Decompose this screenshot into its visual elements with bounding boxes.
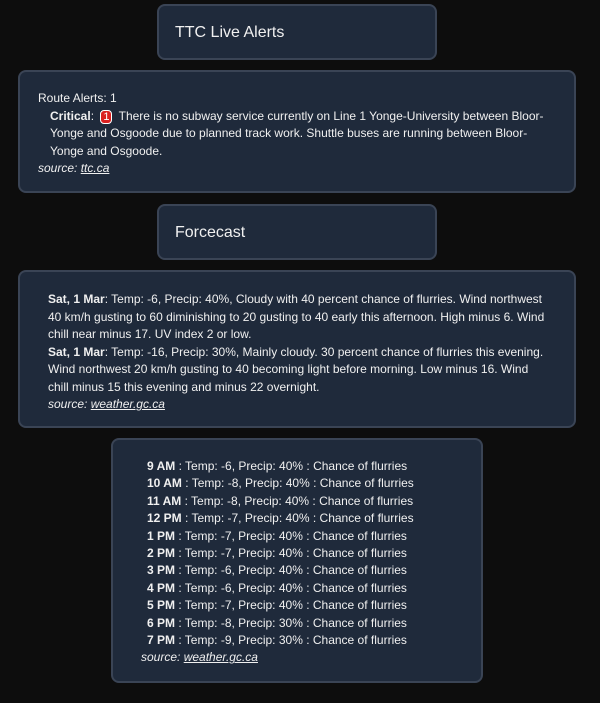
alert-severity: Critical: [50, 108, 91, 123]
weather-link[interactable]: weather.gc.ca: [184, 650, 258, 664]
forecast-title-panel: Forcecast: [157, 204, 437, 260]
hourly-row: 1 PM : Temp: -7, Precip: 40% : Chance of…: [147, 528, 407, 543]
hourly-row: 6 PM : Temp: -8, Precip: 30% : Chance of…: [147, 615, 407, 630]
alerts-title-panel: TTC Live Alerts: [157, 4, 437, 60]
hourly-row: 5 PM : Temp: -7, Precip: 40% : Chance of…: [147, 598, 407, 613]
hourly-row: 9 AM : Temp: -6, Precip: 40% : Chance of…: [147, 459, 408, 473]
alerts-panel: Route Alerts: 1 Critical: 1 There is no …: [18, 70, 576, 193]
forecast-item: Sat, 1 Mar: Temp: -6, Precip: 40%, Cloud…: [48, 292, 545, 341]
forecast-title: Forcecast: [175, 224, 246, 241]
route-alerts-count: Route Alerts: 1: [38, 91, 117, 105]
forecast-panel: Sat, 1 Mar: Temp: -6, Precip: 40%, Cloud…: [18, 270, 576, 428]
alert-text: There is no subway service currently on …: [50, 108, 544, 158]
hourly-row: 11 AM : Temp: -8, Precip: 40% : Chance o…: [147, 493, 414, 508]
hourly-panel: 9 AM : Temp: -6, Precip: 40% : Chance of…: [111, 438, 483, 683]
hourly-row: 3 PM : Temp: -6, Precip: 40% : Chance of…: [147, 563, 407, 578]
alerts-source: source: ttc.ca: [38, 161, 110, 175]
hourly-row: 7 PM : Temp: -9, Precip: 30% : Chance of…: [147, 633, 407, 648]
alerts-title: TTC Live Alerts: [175, 24, 285, 41]
forecast-source: source: weather.gc.ca: [48, 397, 165, 411]
hourly-row: 12 PM : Temp: -7, Precip: 40% : Chance o…: [147, 511, 414, 526]
hourly-row: 10 AM : Temp: -8, Precip: 40% : Chance o…: [147, 476, 414, 491]
alert-badge-icon: 1: [100, 109, 113, 124]
hourly-row: 4 PM : Temp: -6, Precip: 40% : Chance of…: [147, 580, 407, 595]
forecast-item: Sat, 1 Mar: Temp: -16, Precip: 30%, Main…: [48, 344, 544, 394]
ttc-link[interactable]: ttc.ca: [81, 161, 110, 175]
hourly-source: source: weather.gc.ca: [141, 650, 258, 665]
weather-link[interactable]: weather.gc.ca: [91, 397, 165, 411]
alert-item: Critical: 1 There is no subway service c…: [50, 108, 544, 158]
hourly-row: 2 PM : Temp: -7, Precip: 40% : Chance of…: [147, 546, 407, 561]
